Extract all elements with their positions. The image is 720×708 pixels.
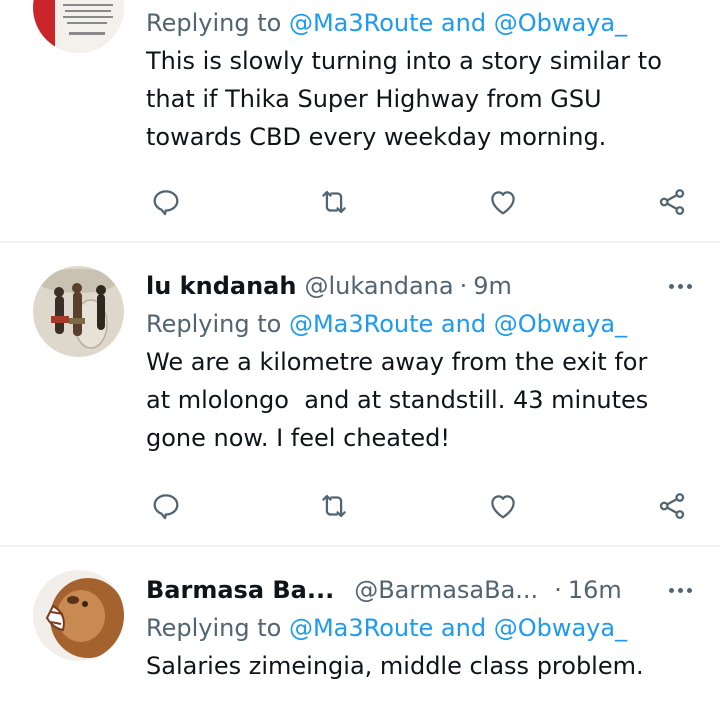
- tweet-text: This is slowly turning into a story simi…: [146, 47, 662, 151]
- tweet-actions: [146, 182, 692, 222]
- user-handle[interactable]: @lukandana: [304, 272, 453, 300]
- display-name[interactable]: lu kndanah: [146, 272, 296, 300]
- timestamp[interactable]: 9m: [473, 272, 512, 300]
- replying-to: Replying to @Ma3Route and @Obwaya_: [146, 305, 692, 343]
- like-icon: [491, 191, 515, 215]
- tweet-header: Barmasa Ba... @BarmasaBa... · 16m: [146, 571, 692, 609]
- share-button[interactable]: [652, 182, 692, 222]
- tweet-header: lu kndanah @lukandana · 9m: [146, 267, 692, 305]
- divider: [0, 545, 720, 547]
- retweet-icon: [322, 494, 346, 518]
- retweet-button[interactable]: [314, 486, 354, 526]
- share-button[interactable]: [652, 486, 692, 526]
- more-icon: [669, 587, 692, 593]
- like-button[interactable]: [483, 182, 523, 222]
- tweet-text: We are a kilometre away from the exit fo…: [146, 348, 649, 452]
- reply-mentions-link[interactable]: @Ma3Route and @Obwaya_: [289, 310, 627, 338]
- reply-mentions-link[interactable]: @Ma3Route and @Obwaya_: [289, 614, 627, 642]
- share-icon: [659, 493, 685, 519]
- more-icon: [669, 283, 692, 289]
- tribal-dancers-avatar: [33, 266, 124, 357]
- roaring-lion-avatar: [33, 570, 124, 661]
- avatar[interactable]: [33, 266, 124, 357]
- replying-to: Replying to @Ma3Route and @Obwaya_: [146, 4, 692, 42]
- tweet-text: Salaries zimeingia, middle class problem…: [146, 652, 644, 680]
- replying-to: Replying to @Ma3Route and @Obwaya_: [146, 609, 692, 647]
- avatar[interactable]: [33, 0, 124, 53]
- more-options-button[interactable]: [669, 267, 692, 305]
- display-name[interactable]: Barmasa Ba...: [146, 576, 334, 604]
- separator-dot: ·: [459, 272, 468, 300]
- user-handle[interactable]: @BarmasaBa...: [354, 576, 538, 604]
- replying-to-label: Replying to: [146, 614, 289, 642]
- more-options-button[interactable]: [669, 571, 692, 609]
- retweet-icon: [322, 190, 346, 214]
- like-button[interactable]: [483, 486, 523, 526]
- reply-mentions-link[interactable]: @Ma3Route and @Obwaya_: [289, 9, 627, 37]
- reply-icon: [153, 190, 179, 216]
- divider: [0, 241, 720, 243]
- reply-icon: [153, 494, 179, 520]
- replying-to-label: Replying to: [146, 310, 289, 338]
- reply-button[interactable]: [146, 182, 186, 222]
- separator-dot: ·: [554, 576, 562, 604]
- retweet-button[interactable]: [314, 182, 354, 222]
- tweet-actions: [146, 486, 692, 526]
- reply-button[interactable]: [146, 486, 186, 526]
- quote-poster-avatar: [33, 0, 124, 53]
- timestamp[interactable]: 16m: [568, 576, 622, 604]
- share-icon: [659, 189, 685, 215]
- replying-to-label: Replying to: [146, 9, 289, 37]
- like-icon: [491, 495, 515, 519]
- avatar[interactable]: [33, 570, 124, 661]
